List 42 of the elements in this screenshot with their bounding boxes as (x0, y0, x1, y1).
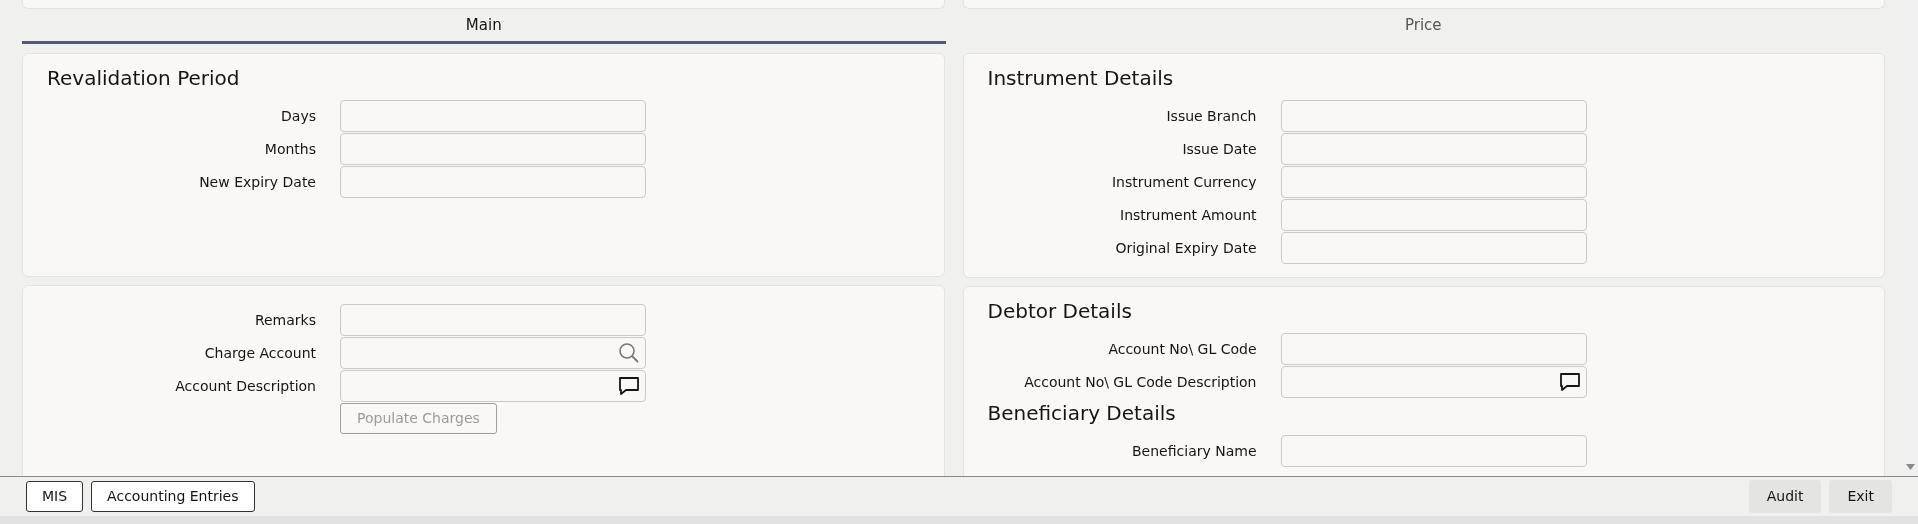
footer-button[interactable]: MIS (26, 481, 84, 512)
input-field[interactable] (340, 133, 646, 165)
field-label: Issue Date (1181, 139, 1257, 159)
input-field[interactable] (340, 370, 646, 402)
input-field[interactable] (1280, 232, 1587, 264)
tab[interactable]: Main (22, 10, 946, 44)
speech-bubble-icon[interactable] (1558, 372, 1581, 392)
field-label: Remarks (253, 310, 316, 330)
field-label: Instrument Amount (1119, 205, 1257, 225)
field-label: Months (263, 139, 316, 159)
input-field[interactable] (1280, 100, 1587, 132)
input-field[interactable] (1280, 133, 1587, 165)
field-label: Account No\ GL Code (1107, 339, 1257, 359)
field-label: Account No\ GL Code Description (1023, 372, 1257, 392)
field-label: Original Expiry Date (1114, 238, 1257, 258)
search-icon[interactable] (618, 342, 640, 364)
field-label: Issue Branch (1165, 106, 1257, 126)
input-field[interactable] (1280, 333, 1587, 365)
input-field[interactable] (340, 100, 646, 132)
section-heading: Instrument Details (987, 65, 1175, 92)
section-heading: Debtor Details (987, 298, 1133, 325)
field-label: Instrument Currency (1110, 172, 1257, 192)
scroll-down-icon[interactable] (1906, 464, 1915, 470)
footer-button[interactable]: Audit (1748, 480, 1822, 513)
speech-bubble-icon[interactable] (618, 376, 640, 396)
section-heading: Beneficiary Details (987, 400, 1177, 427)
input-field[interactable] (1280, 199, 1587, 231)
input-field[interactable] (1280, 166, 1587, 198)
field-label: Charge Account (203, 343, 316, 363)
section-heading: Revalidation Period (47, 65, 241, 92)
field-label: Account Description (174, 376, 316, 396)
footer-button[interactable]: Accounting Entries (91, 481, 255, 512)
input-field[interactable] (340, 166, 646, 198)
input-field[interactable] (1280, 366, 1587, 398)
input-field[interactable] (340, 337, 646, 369)
field-label: New Expiry Date (198, 172, 316, 192)
footer-button[interactable]: Exit (1829, 480, 1892, 513)
input-field[interactable] (1280, 435, 1587, 467)
field-label: Beneficiary Name (1131, 441, 1257, 461)
input-field[interactable] (340, 304, 646, 336)
tab[interactable]: Price (961, 10, 1885, 44)
field-label: Days (280, 106, 316, 126)
